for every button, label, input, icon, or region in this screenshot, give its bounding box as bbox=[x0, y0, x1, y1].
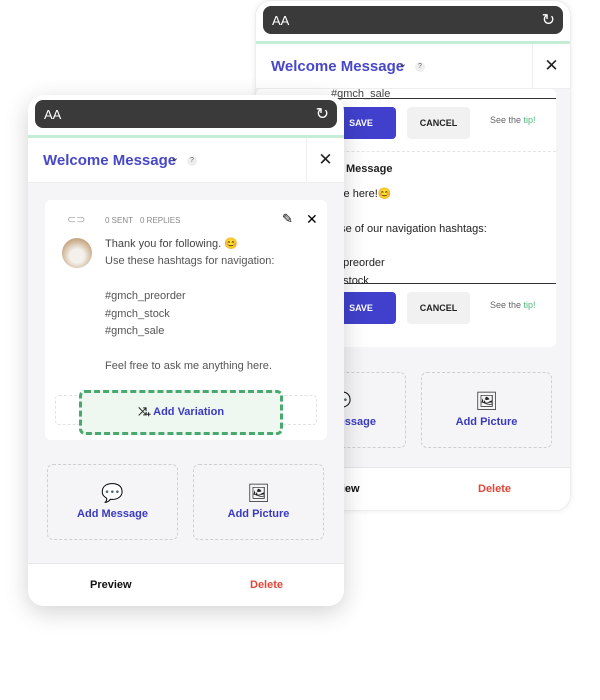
delete-button[interactable]: Delete bbox=[250, 579, 283, 591]
message-line: #gmch_stock bbox=[105, 308, 170, 320]
message-line: Use these hashtags for navigation: bbox=[105, 255, 275, 267]
link-icon[interactable]: ⊂⊃ bbox=[67, 213, 85, 226]
message-line: #gmch_preorder bbox=[105, 290, 186, 302]
reload-icon[interactable]: ↻ bbox=[542, 10, 555, 30]
delete-button[interactable]: Delete bbox=[478, 483, 511, 495]
help-icon[interactable]: ? bbox=[187, 156, 197, 166]
content-area: ⊂⊃ 0 SENT 0 REPLIES ✎ ✕ Thank you for fo… bbox=[28, 183, 344, 563]
avatar bbox=[62, 238, 92, 268]
message-plus-icon: 💬 bbox=[101, 483, 124, 503]
text-size-button[interactable]: AA bbox=[272, 13, 289, 28]
add-variation-button[interactable]: ⤨₊ Add Variation bbox=[79, 390, 283, 435]
pencil-icon[interactable]: ✎ bbox=[282, 211, 293, 227]
close-button[interactable]: ✕ bbox=[532, 44, 570, 88]
reload-icon[interactable]: ↻ bbox=[316, 104, 329, 124]
picture-plus-icon: 🖼 bbox=[247, 483, 270, 503]
section-label: Message bbox=[346, 163, 393, 175]
add-picture-button[interactable]: 🖼 Add Picture bbox=[421, 372, 552, 448]
footer: Preview Delete bbox=[28, 563, 344, 606]
delete-icon[interactable]: ✕ bbox=[306, 211, 318, 228]
header: Welcome Message ⌄ ? ✕ bbox=[256, 44, 570, 89]
replies-count: 0 REPLIES bbox=[140, 216, 181, 225]
message-card: ⊂⊃ 0 SENT 0 REPLIES ✎ ✕ Thank you for fo… bbox=[45, 200, 327, 440]
page-title[interactable]: Welcome Message bbox=[271, 58, 404, 75]
header: Welcome Message ⌄ ? ✕ bbox=[28, 138, 344, 183]
cancel-button[interactable]: CANCEL bbox=[407, 107, 470, 139]
tip-link[interactable]: tip! bbox=[524, 300, 536, 310]
add-row: 💬Add Message 🖼Add Picture bbox=[28, 464, 344, 540]
text-size-button[interactable]: AA bbox=[44, 107, 61, 122]
message-line: Feel free to ask me anything here. bbox=[105, 360, 272, 372]
browser-bar: AA ↻ bbox=[263, 6, 563, 34]
front-panel: AA ↻ Welcome Message ⌄ ? ✕ ⊂⊃ 0 SENT 0 RE… bbox=[28, 95, 344, 606]
picture-plus-icon: 🖼 bbox=[475, 391, 498, 411]
help-icon[interactable]: ? bbox=[415, 62, 425, 72]
input-underline bbox=[316, 98, 556, 99]
message-line: Thank you for following. 😊 bbox=[105, 238, 238, 250]
sent-count: 0 SENT bbox=[105, 216, 134, 225]
page-title[interactable]: Welcome Message bbox=[43, 152, 176, 169]
input-underline bbox=[316, 283, 556, 284]
chevron-down-icon[interactable]: ⌄ bbox=[398, 57, 407, 70]
tip-text: See the tip! bbox=[490, 300, 536, 310]
add-picture-button[interactable]: 🖼 Add Picture bbox=[193, 464, 324, 540]
tip-text: See the tip! bbox=[490, 115, 536, 125]
preview-button[interactable]: Preview bbox=[90, 579, 132, 591]
add-message-button[interactable]: 💬Add Message bbox=[47, 464, 178, 540]
tip-link[interactable]: tip! bbox=[524, 115, 536, 125]
cancel-button[interactable]: CANCEL bbox=[407, 292, 470, 324]
message-line: #gmch_sale bbox=[105, 325, 165, 337]
chevron-down-icon[interactable]: ⌄ bbox=[170, 151, 179, 164]
shuffle-plus-icon: ⤨₊ bbox=[137, 406, 151, 418]
browser-bar: AA ↻ bbox=[35, 100, 337, 128]
close-button[interactable]: ✕ bbox=[306, 138, 344, 182]
